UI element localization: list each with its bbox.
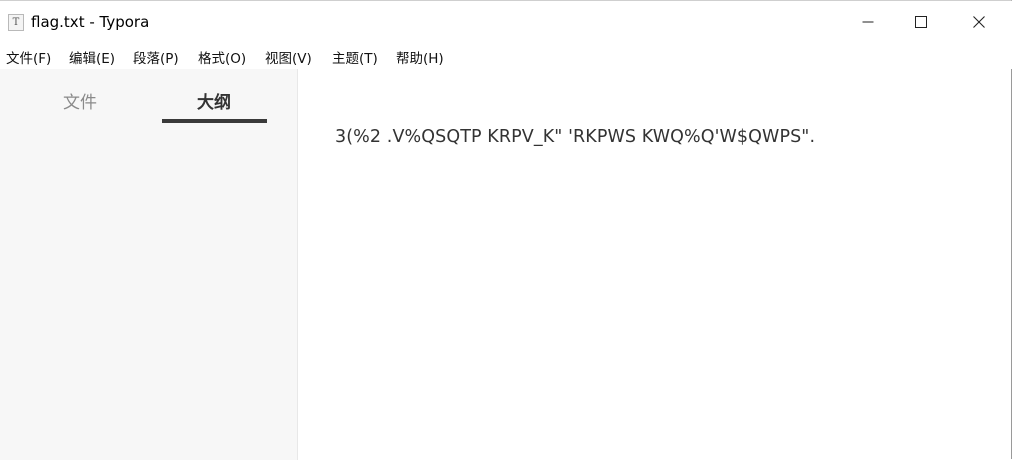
maximize-button[interactable] xyxy=(893,1,949,43)
minimize-icon xyxy=(862,21,874,23)
menu-paragraph[interactable]: 段落(P) xyxy=(133,47,179,67)
title-bar[interactable]: T flag.txt - Typora xyxy=(0,1,1012,43)
typora-window: T flag.txt - Typora 文件(F) 编辑(E) 段落(P) 格式… xyxy=(0,0,1012,460)
close-icon xyxy=(973,16,985,28)
close-button[interactable] xyxy=(951,1,1007,43)
sidebar: 文件 大纲 xyxy=(0,69,298,460)
window-title: flag.txt - Typora xyxy=(31,13,150,31)
menu-format[interactable]: 格式(O) xyxy=(198,47,246,67)
typora-text-file-icon: T xyxy=(8,14,24,31)
active-tab-indicator xyxy=(162,119,267,123)
maximize-icon xyxy=(915,16,927,28)
document-text[interactable]: 3(%2 .V%QSQTP KRPV_K" 'RKPWS KWQ%Q'W$QWP… xyxy=(335,127,815,147)
tab-outline[interactable]: 大纲 xyxy=(197,88,231,113)
tab-files[interactable]: 文件 xyxy=(63,88,97,113)
menu-file[interactable]: 文件(F) xyxy=(6,47,51,67)
menu-help[interactable]: 帮助(H) xyxy=(396,47,444,67)
minimize-button[interactable] xyxy=(840,1,896,43)
menu-bar: 文件(F) 编辑(E) 段落(P) 格式(O) 视图(V) 主题(T) 帮助(H… xyxy=(0,43,1012,69)
menu-theme[interactable]: 主题(T) xyxy=(332,47,378,67)
editor-area[interactable]: 3(%2 .V%QSQTP KRPV_K" 'RKPWS KWQ%Q'W$QWP… xyxy=(299,69,1011,460)
menu-view[interactable]: 视图(V) xyxy=(265,47,312,67)
menu-edit[interactable]: 编辑(E) xyxy=(69,47,115,67)
